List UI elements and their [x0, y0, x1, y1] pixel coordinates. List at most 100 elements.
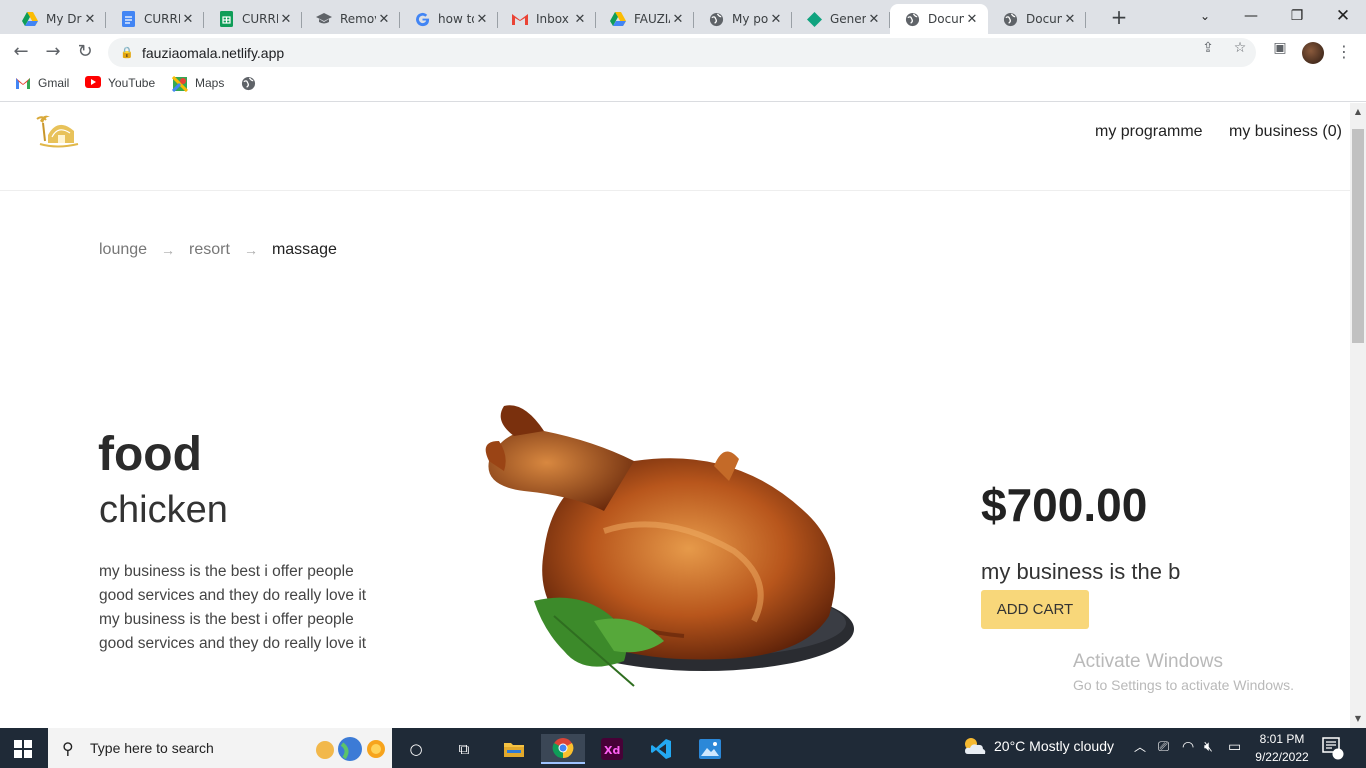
battery-icon[interactable]: ▭ — [1228, 738, 1241, 755]
product-description: my business is the best i offer people g… — [99, 563, 367, 652]
new-tab-button[interactable]: + — [1108, 5, 1130, 29]
bookmark-youtube[interactable]: YouTube — [85, 76, 155, 90]
tab-close-icon[interactable]: ✕ — [572, 12, 588, 27]
browser-tab[interactable]: CURRICULUM✕ — [106, 4, 204, 34]
svg-text:Xd: Xd — [604, 744, 620, 757]
nav-my-programme[interactable]: my programme — [1095, 123, 1203, 141]
close-window-button[interactable]: ✕ — [1320, 0, 1366, 32]
share-icon[interactable]: ⇪ — [1198, 40, 1218, 60]
scroll-down-arrow-icon[interactable]: ▼ — [1350, 712, 1366, 726]
web-page: my programme my business (0) lounge → re… — [0, 103, 1350, 728]
site-logo[interactable] — [34, 111, 80, 149]
taskbar-clock[interactable]: 8:01 PM 9/22/2022 — [1254, 730, 1310, 766]
nav-my-business-cart[interactable]: my business (0) — [1229, 123, 1342, 141]
profile-avatar[interactable] — [1302, 42, 1324, 64]
browser-tab[interactable]: Remove✕ — [302, 4, 400, 34]
meet-now-icon[interactable]: ⎚ — [1158, 738, 1169, 755]
search-highlight-icon — [314, 736, 388, 762]
tab-close-icon[interactable]: ✕ — [1062, 12, 1078, 27]
tab-close-icon[interactable]: ✕ — [768, 12, 784, 27]
browser-tab[interactable]: Inbox ✕ — [498, 4, 596, 34]
tab-title: Document — [1026, 12, 1062, 26]
tab-title: Remove — [340, 12, 376, 26]
tab-close-icon[interactable]: ✕ — [964, 12, 980, 27]
add-cart-button[interactable]: ADD CART — [981, 590, 1089, 629]
page-scrollbar[interactable]: ▲ ▼ — [1350, 103, 1366, 728]
browser-tab[interactable]: how to✕ — [400, 4, 498, 34]
bookmark-globe[interactable] — [241, 76, 264, 91]
breadcrumb-massage: massage — [271, 241, 337, 258]
bookmarks-bar: Gmail YouTube Maps — [0, 70, 1366, 102]
product-price: $700.00 — [981, 479, 1148, 531]
notification-center-icon[interactable] — [1322, 736, 1344, 763]
task-view-icon[interactable]: ⧉ — [442, 734, 486, 764]
browser-tab[interactable]: My Drive✕ — [8, 4, 106, 34]
weather-text[interactable]: 20°C Mostly cloudy — [994, 738, 1114, 754]
maps-icon — [171, 75, 189, 93]
search-icon: ⚲ — [62, 738, 74, 758]
browser-tab-strip: + ⌄ — ❐ ✕ My Drive✕CURRICULUM✕CURRICULUM… — [0, 0, 1366, 34]
breadcrumb: lounge → resort → massage — [99, 241, 337, 259]
tab-close-icon[interactable]: ✕ — [376, 12, 392, 27]
tab-close-icon[interactable]: ✕ — [866, 12, 882, 27]
photos-icon[interactable] — [688, 734, 732, 764]
gmail-icon — [512, 11, 528, 27]
globe-icon — [1002, 11, 1018, 27]
site-header: my programme my business (0) — [0, 103, 1350, 191]
show-hidden-icons-chevron-icon[interactable]: ︿ — [1134, 738, 1146, 755]
browser-toolbar: ← → ↻ 🔒 fauziaomala.netlify.app ⇪ ☆ ▣ ⋮ — [0, 34, 1366, 70]
address-bar[interactable]: 🔒 fauziaomala.netlify.app — [108, 38, 1256, 67]
vscode-icon[interactable] — [639, 734, 683, 764]
youtube-icon — [85, 76, 101, 90]
bookmark-maps[interactable]: Maps — [171, 75, 224, 93]
reload-icon[interactable]: ↻ — [73, 40, 97, 64]
tab-close-icon[interactable]: ✕ — [180, 12, 196, 27]
browser-tab[interactable]: FAUZIA✕ — [596, 4, 694, 34]
breadcrumb-resort[interactable]: resort — [189, 241, 230, 259]
google-icon — [414, 11, 430, 27]
breadcrumb-lounge[interactable]: lounge — [99, 241, 147, 259]
windows-taskbar: ⚲ Type here to search ○ ⧉ Xd 20°C Mostly… — [0, 728, 1366, 768]
scrollbar-thumb[interactable] — [1352, 129, 1364, 343]
volume-muted-icon[interactable]: 🔇︎ — [1204, 738, 1213, 755]
gmail-icon — [15, 76, 31, 90]
product-short-description: my business is the b — [981, 559, 1181, 584]
taskbar-search-box[interactable]: ⚲ Type here to search — [48, 728, 392, 768]
adobe-xd-icon[interactable]: Xd — [590, 734, 634, 764]
bookmark-gmail[interactable]: Gmail — [15, 76, 69, 90]
chrome-icon[interactable] — [541, 734, 585, 764]
tab-title: My portfolio — [732, 12, 768, 26]
back-arrow-icon[interactable]: ← — [9, 40, 33, 64]
more-menu-icon[interactable]: ⋮ — [1336, 42, 1352, 61]
weather-cloudy-icon[interactable] — [962, 736, 988, 759]
browser-tab[interactable]: My portfolio✕ — [694, 4, 792, 34]
tab-close-icon[interactable]: ✕ — [82, 12, 98, 27]
tab-title: CURRICULUM — [144, 12, 180, 26]
browser-tab[interactable]: Document✕ — [890, 4, 988, 34]
google-drive-icon — [610, 11, 626, 27]
scroll-up-arrow-icon[interactable]: ▲ — [1350, 105, 1366, 119]
windows-start-icon[interactable] — [14, 740, 32, 758]
side-panel-icon[interactable]: ▣ — [1270, 40, 1290, 60]
file-explorer-icon[interactable] — [492, 734, 536, 764]
tab-search-chevron-icon[interactable]: ⌄ — [1182, 0, 1228, 32]
tab-close-icon[interactable]: ✕ — [474, 12, 490, 27]
browser-tab[interactable]: General✕ — [792, 4, 890, 34]
tab-title: My Drive — [46, 12, 82, 26]
graduation-cap-icon — [316, 11, 332, 27]
cortana-icon[interactable]: ○ — [394, 734, 438, 764]
restore-button[interactable]: ❐ — [1274, 0, 1320, 32]
browser-tab[interactable]: Document✕ — [988, 4, 1086, 34]
browser-tab[interactable]: CURRICULUM✕ — [204, 4, 302, 34]
forward-arrow-icon[interactable]: → — [41, 40, 65, 64]
product-name: chicken — [99, 489, 228, 531]
url-text: fauziaomala.netlify.app — [142, 44, 285, 61]
tab-close-icon[interactable]: ✕ — [670, 12, 686, 27]
globe-icon — [241, 76, 257, 91]
minimize-button[interactable]: — — [1228, 0, 1274, 32]
tab-close-icon[interactable]: ✕ — [278, 12, 294, 27]
bookmark-star-icon[interactable]: ☆ — [1230, 40, 1250, 60]
google-sheets-icon — [218, 11, 234, 27]
tab-title: General — [830, 12, 866, 26]
wifi-icon[interactable]: ◠ — [1182, 738, 1194, 755]
